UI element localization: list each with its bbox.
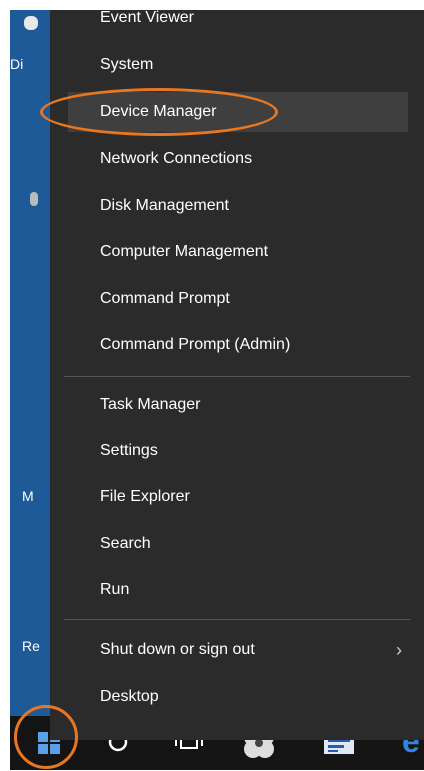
menu-separator [64,619,410,620]
menu-item-search[interactable]: Search [68,524,408,564]
desktop-icon-label-fragment: Re [22,638,40,654]
menu-item-file-explorer[interactable]: File Explorer [68,477,408,517]
menu-item-label: System [100,56,154,73]
desktop-icon[interactable] [30,192,38,206]
start-button-annotation-circle [14,705,78,769]
menu-item-computer-management[interactable]: Computer Management [68,232,408,272]
menu-item-disk-management[interactable]: Disk Management [68,186,408,226]
menu-item-label: File Explorer [100,488,190,505]
menu-item-label: Event Viewer [100,10,194,26]
menu-item-command-prompt[interactable]: Command Prompt [68,279,408,319]
menu-item-label: Command Prompt [100,290,230,307]
menu-item-label: Search [100,535,151,552]
menu-item-label: Network Connections [100,150,253,167]
menu-item-shut-down-or-sign-out[interactable]: Shut down or sign out › [68,630,408,670]
menu-item-label: Command Prompt (Admin) [100,336,291,353]
menu-item-network-connections[interactable]: Network Connections [68,139,408,179]
menu-item-system[interactable]: System [68,45,408,85]
menu-item-event-viewer[interactable]: Event Viewer [68,10,408,38]
menu-item-label: Shut down or sign out [100,641,255,658]
device-manager-annotation-ellipse [40,88,278,136]
menu-item-label: Settings [100,442,158,459]
menu-item-label: Computer Management [100,243,269,260]
menu-item-label: Task Manager [100,396,201,413]
menu-separator [64,376,410,377]
menu-item-desktop[interactable]: Desktop [68,677,408,717]
menu-item-label: Run [100,581,130,598]
menu-item-settings[interactable]: Settings [68,431,408,471]
chevron-right-icon: › [396,640,402,660]
menu-item-label: Desktop [100,688,159,705]
menu-item-label: Disk Management [100,197,229,214]
menu-item-task-manager[interactable]: Task Manager [68,385,408,425]
menu-item-command-prompt-admin[interactable]: Command Prompt (Admin) [68,325,408,365]
desktop-icon-label-fragment: M [22,488,34,504]
desktop-icon-label-fragment: Di [10,56,24,72]
menu-item-run[interactable]: Run [68,570,408,610]
desktop-icon[interactable] [24,16,38,30]
